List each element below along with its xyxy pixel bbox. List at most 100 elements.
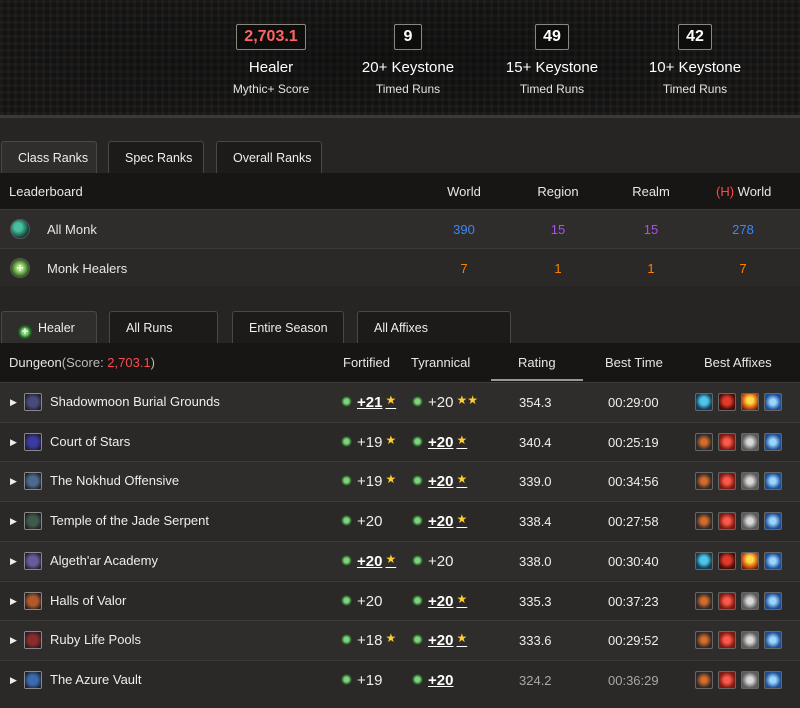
col-best-affixes[interactable]: Best Affixes [704, 355, 772, 370]
tyran-affix-icon[interactable] [695, 670, 713, 689]
col-tyrannical[interactable]: Tyrannical [411, 355, 470, 370]
thund-affix-icon[interactable] [764, 591, 782, 610]
dungeon-icon [24, 631, 42, 650]
col-rating[interactable]: Rating [518, 355, 556, 370]
leaderboard-row[interactable]: + Monk Healers 7 1 1 7 [0, 248, 800, 286]
thund-affix-icon[interactable] [764, 393, 782, 411]
realm-rank: 1 [647, 261, 655, 276]
best-time: 00:29:00 [608, 395, 659, 410]
leaderboard-row[interactable]: All Monk 390 15 15 278 [0, 209, 800, 248]
thund-affix-icon[interactable] [764, 472, 782, 491]
expand-arrow-icon[interactable]: ▶ [10, 596, 17, 607]
best-time: 00:34:56 [608, 474, 659, 490]
dungeon-row[interactable]: ▶ Temple of the Jade Serpent +20 +20 ★ 338.4 0… [0, 501, 800, 541]
red-affix-icon[interactable] [718, 670, 736, 689]
red-affix-icon[interactable] [718, 512, 736, 531]
expand-arrow-icon[interactable]: ▶ [10, 437, 17, 448]
dungeon-name[interactable]: The Nokhud Offensive [50, 473, 179, 488]
col-world[interactable]: World [419, 184, 509, 199]
expand-arrow-icon[interactable]: ▶ [10, 675, 17, 686]
keystone-level: +20 [428, 394, 454, 411]
dungeon-rating: 340.4 [519, 434, 552, 450]
red-affix-icon[interactable] [718, 472, 736, 491]
stat-subtitle: Mythic+ Score [232, 82, 310, 96]
tyrannical-keystone: +20 ★ [412, 592, 467, 610]
storm-affix-icon[interactable] [741, 393, 759, 411]
fortified-keystone: +18 ★ [341, 631, 396, 649]
rock-affix-icon[interactable] [741, 670, 759, 689]
upgrade-stars: ★ [456, 591, 468, 606]
rock-affix-icon[interactable] [741, 631, 759, 650]
tab-entire-season[interactable]: Entire Season [232, 311, 344, 343]
tyrannical-keystone: +20 ★ [412, 433, 467, 451]
keystone-level: +21 [357, 394, 383, 411]
dungeon-heading-label: Dungeon [9, 355, 62, 370]
dungeon-name[interactable]: Temple of the Jade Serpent [50, 513, 209, 528]
tyran-affix-icon[interactable] [695, 472, 713, 491]
dungeon-row[interactable]: ▶ Court of Stars +19 ★ +20 ★ 340.4 00:25:19 [0, 421, 800, 462]
storm-affix-icon[interactable] [741, 551, 759, 570]
expand-arrow-icon[interactable]: ▶ [10, 556, 17, 567]
best-time: 00:37:23 [608, 593, 659, 609]
expand-arrow-icon[interactable]: ▶ [10, 476, 17, 487]
rock-affix-icon[interactable] [741, 472, 759, 491]
thund-affix-icon[interactable] [764, 631, 782, 650]
tab-spec-ranks[interactable]: Spec Ranks [108, 141, 204, 173]
tab-all-runs[interactable]: All Runs [109, 311, 218, 343]
fort-affix-icon[interactable] [695, 393, 713, 411]
stat-title: 10+ Keystone [648, 59, 742, 76]
col-fortified[interactable]: Fortified [343, 355, 390, 370]
dungeon-name[interactable]: Halls of Valor [50, 593, 126, 608]
tyran-affix-icon[interactable] [695, 512, 713, 531]
spite-affix-icon[interactable] [718, 551, 736, 570]
rock-affix-icon[interactable] [741, 512, 759, 531]
fort-affix-icon[interactable] [695, 551, 713, 570]
dungeon-name[interactable]: Shadowmoon Burial Grounds [50, 394, 220, 409]
thund-affix-icon[interactable] [764, 670, 782, 689]
tab-healer[interactable]: + Healer [1, 311, 97, 343]
keystone-icon [412, 594, 423, 606]
red-affix-icon[interactable] [718, 432, 736, 451]
dungeon-row[interactable]: ▶ Algeth'ar Academy +20 ★ +20 338.0 00:30:40 [0, 540, 800, 581]
rock-affix-icon[interactable] [741, 432, 759, 451]
keystone-level: +20 [357, 552, 383, 570]
dungeon-row[interactable]: ▶ The Nokhud Offensive +19 ★ +20 ★ 339.0 00:34:… [0, 461, 800, 502]
dungeon-name[interactable]: Court of Stars [50, 434, 130, 449]
dungeon-name[interactable]: Algeth'ar Academy [50, 553, 158, 568]
tyrannical-keystone: +20 [412, 671, 456, 689]
tab-all-affixes[interactable]: All Affixes [357, 311, 511, 343]
col-realm[interactable]: Realm [606, 184, 696, 199]
dungeon-rating: 338.4 [519, 514, 552, 530]
col-best-time[interactable]: Best Time [605, 355, 663, 370]
keystone-icon [341, 634, 352, 646]
dungeon-row[interactable]: ▶ Ruby Life Pools +18 ★ +20 ★ 333.6 00:29:52 [0, 620, 800, 660]
col-region[interactable]: Region [513, 184, 603, 199]
tyran-affix-icon[interactable] [695, 631, 713, 650]
dungeon-name[interactable]: Ruby Life Pools [50, 632, 141, 647]
expand-arrow-icon[interactable]: ▶ [10, 516, 17, 527]
world-rank: 390 [453, 222, 475, 237]
thund-affix-icon[interactable] [764, 512, 782, 531]
expand-arrow-icon[interactable]: ▶ [10, 635, 17, 646]
best-time: 00:27:58 [608, 514, 659, 530]
dungeon-name[interactable]: The Azure Vault [50, 672, 142, 687]
dungeon-row[interactable]: ▶ Shadowmoon Burial Grounds +21 ★ +20 ★★ 354.3… [0, 382, 800, 422]
keystone-icon [341, 475, 352, 487]
rock-affix-icon[interactable] [741, 591, 759, 610]
spite-affix-icon[interactable] [718, 393, 736, 411]
expand-arrow-icon[interactable]: ▶ [10, 397, 17, 408]
tab-overall-ranks[interactable]: Overall Ranks [216, 141, 322, 173]
dungeon-row[interactable]: ▶ The Azure Vault +19 +20 324.2 00:36:29 [0, 659, 800, 700]
keystone-icon [412, 634, 423, 646]
world-rank: 7 [460, 261, 468, 276]
thund-affix-icon[interactable] [764, 551, 782, 570]
tab-class-ranks[interactable]: Class Ranks [1, 141, 97, 173]
dungeon-row[interactable]: ▶ Halls of Valor +20 +20 ★ 335.3 00:37:23 [0, 580, 800, 621]
red-affix-icon[interactable] [718, 591, 736, 610]
thund-affix-icon[interactable] [764, 432, 782, 451]
tyran-affix-icon[interactable] [695, 591, 713, 610]
tyran-affix-icon[interactable] [695, 432, 713, 451]
col-faction-world[interactable]: (H) World [716, 184, 771, 199]
red-affix-icon[interactable] [718, 631, 736, 650]
keystone-15-count: 49 [535, 24, 569, 50]
